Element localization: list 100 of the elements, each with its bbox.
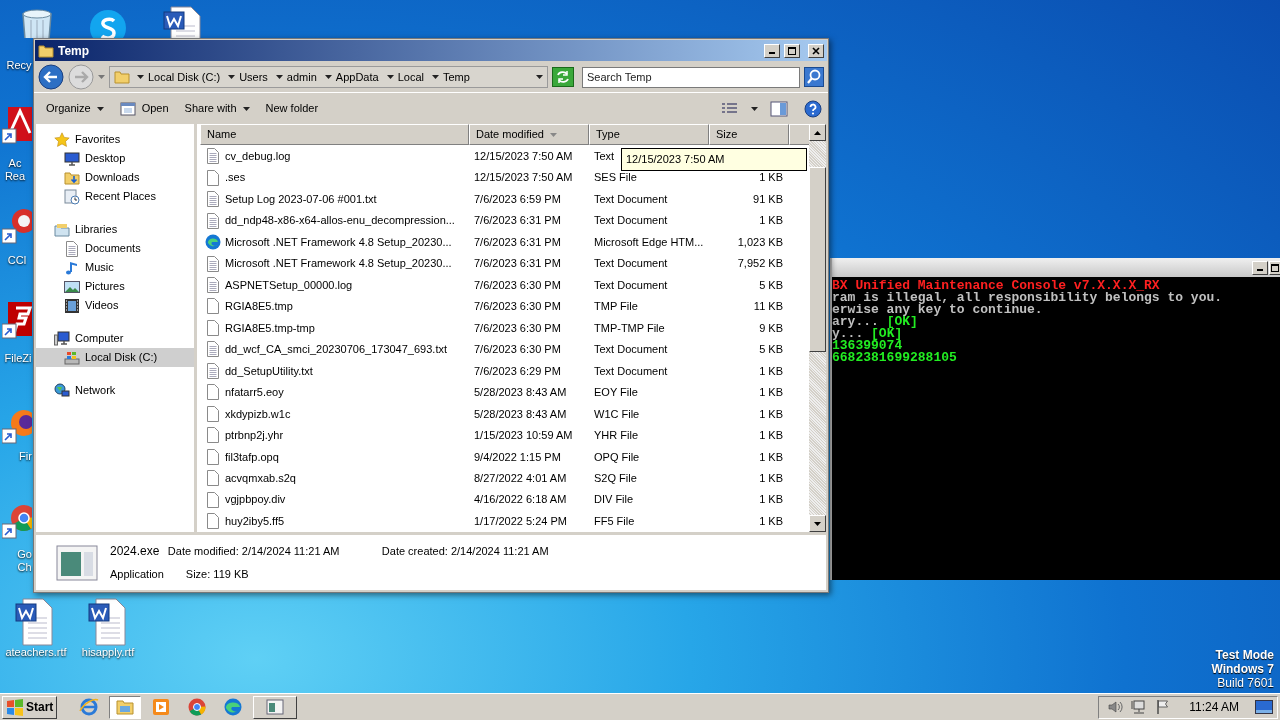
- column-header[interactable]: Name: [200, 124, 469, 146]
- file-name[interactable]: fil3tafp.opq: [200, 448, 469, 465]
- word-document-icon[interactable]: [163, 6, 203, 38]
- column-header[interactable]: Date modified: [469, 124, 589, 146]
- nav-item[interactable]: Computer: [36, 329, 194, 348]
- file-type: Microsoft Edge HTM...: [594, 235, 704, 248]
- blank-file-icon: [205, 470, 221, 487]
- console-text: ary...: [832, 314, 879, 329]
- caret-icon[interactable]: [431, 75, 439, 79]
- nav-item[interactable]: Libraries: [36, 220, 194, 239]
- file-name[interactable]: dd_SetupUtility.txt: [200, 362, 469, 380]
- blank-file-icon: [205, 448, 221, 465]
- chat-app-icon[interactable]: [88, 8, 128, 38]
- word-document-icon[interactable]: [15, 598, 55, 646]
- history-caret-icon[interactable]: [98, 75, 105, 79]
- breadcrumb-item[interactable]: Local Disk (C:): [147, 68, 222, 86]
- nav-item[interactable]: Favorites: [36, 130, 194, 149]
- ftp-app-icon[interactable]: [2, 300, 32, 340]
- file-type: Text Document: [594, 278, 668, 291]
- breadcrumb-item[interactable]: Local: [396, 68, 425, 86]
- nav-item[interactable]: Music: [36, 258, 194, 277]
- file-name[interactable]: dd_wcf_CA_smci_20230706_173047_693.txt: [200, 341, 469, 358]
- file-name[interactable]: cv_debug.log: [200, 147, 469, 165]
- close-button[interactable]: [808, 43, 824, 58]
- pdf-app-icon[interactable]: [2, 105, 32, 145]
- preview-pane-icon[interactable]: [770, 100, 788, 117]
- file-size: 1 KB: [759, 171, 783, 184]
- file-name[interactable]: ptrbnp2j.yhr: [200, 427, 469, 444]
- scroll-up-button[interactable]: [809, 124, 826, 141]
- file-name[interactable]: ASPNETSetup_00000.log: [200, 276, 469, 294]
- address-bar[interactable]: Local Disk (C:) Users admin AppData Local Temp: [109, 66, 548, 88]
- nav-item[interactable]: Recent Places: [36, 187, 194, 206]
- scroll-thumb[interactable]: [809, 167, 826, 352]
- caret-icon[interactable]: [536, 75, 543, 79]
- clock[interactable]: 11:24 AM: [1189, 698, 1239, 716]
- file-name[interactable]: Microsoft .NET Framework 4.8 Setup_20230...: [200, 233, 469, 251]
- file-name[interactable]: huy2iby5.ff5: [200, 512, 469, 530]
- text-file-icon: [205, 277, 221, 293]
- file-name[interactable]: Setup Log 2023-07-06 #001.txt: [200, 190, 469, 208]
- breadcrumb-item[interactable]: admin: [285, 68, 318, 86]
- minimize-button[interactable]: [764, 43, 780, 58]
- column-header[interactable]: Size: [709, 124, 789, 146]
- application-icon: [56, 544, 98, 581]
- column-header[interactable]: Type: [589, 124, 709, 146]
- icon-label[interactable]: Ac Rea: [1, 157, 29, 183]
- scrollbar[interactable]: [809, 124, 826, 532]
- file-name[interactable]: RGIA8E5.tmp-tmp: [200, 319, 469, 337]
- nav-item[interactable]: Documents: [36, 239, 194, 258]
- network-status-icon[interactable]: [1131, 699, 1148, 715]
- toolbar-button[interactable]: Organize: [40, 97, 110, 120]
- file-name[interactable]: xkdypizb.w1c: [200, 405, 469, 423]
- nav-item[interactable]: Desktop: [36, 149, 194, 168]
- music-note-icon: [64, 259, 80, 276]
- caret-icon[interactable]: [324, 75, 332, 79]
- word-document-icon[interactable]: [88, 598, 128, 646]
- nav-item[interactable]: Network: [36, 381, 194, 400]
- search-field[interactable]: Search Temp: [582, 66, 800, 88]
- caret-icon[interactable]: [228, 75, 236, 79]
- file-name[interactable]: acvqmxab.s2q: [200, 470, 469, 487]
- icon-label[interactable]: Recy: [4, 59, 34, 72]
- text-file-icon: [205, 255, 221, 272]
- file-size: 1 KB: [759, 364, 783, 377]
- nav-item[interactable]: Videos: [36, 296, 194, 315]
- toolbar-button[interactable]: New folder: [259, 97, 325, 120]
- scroll-down-button[interactable]: [809, 515, 826, 532]
- file-name[interactable]: .ses: [200, 169, 469, 186]
- date-modified: 7/6/2023 6:30 PM: [474, 278, 561, 291]
- breadcrumb-item[interactable]: Users: [238, 68, 269, 86]
- back-button[interactable]: [38, 64, 64, 90]
- file-name[interactable]: nfatarr5.eoy: [200, 384, 469, 401]
- breadcrumb-item[interactable]: Temp: [441, 68, 471, 86]
- toolbar-button[interactable]: Share with: [178, 97, 256, 120]
- speaker-icon[interactable]: [1107, 699, 1124, 715]
- file-size: 1 KB: [759, 214, 783, 227]
- show-desktop-icon[interactable]: [1255, 699, 1273, 715]
- search-button[interactable]: [804, 67, 824, 87]
- breadcrumb-item[interactable]: AppData: [334, 68, 380, 86]
- folder-icon: [38, 42, 54, 59]
- start-button[interactable]: Start: [2, 695, 58, 719]
- refresh-button[interactable]: [552, 67, 574, 87]
- toolbar-button[interactable]: Open: [113, 97, 175, 120]
- file-name[interactable]: dd_ndp48-x86-x64-allos-enu_decompression...: [200, 212, 469, 229]
- minimize-button[interactable]: [1252, 260, 1268, 275]
- file-name[interactable]: RGIA8E5.tmp: [200, 298, 469, 315]
- file-name[interactable]: vgjpbpoy.div: [200, 491, 469, 508]
- nav-item[interactable]: Local Disk (C:): [36, 348, 194, 367]
- nav-item[interactable]: Pictures: [36, 277, 194, 296]
- caret-icon[interactable]: [275, 75, 283, 79]
- maximize-icon: [1271, 263, 1279, 272]
- caret-icon[interactable]: [751, 106, 758, 111]
- nav-item[interactable]: Downloads: [36, 168, 194, 187]
- text-file-icon: [205, 148, 221, 165]
- file-type: FF5 File: [594, 514, 635, 527]
- caret-icon[interactable]: [137, 75, 144, 79]
- file-name[interactable]: Microsoft .NET Framework 4.8 Setup_20230...: [200, 255, 469, 272]
- icon-label[interactable]: CCl: [2, 254, 32, 267]
- maximize-button[interactable]: [784, 43, 800, 58]
- caret-icon[interactable]: [386, 75, 394, 79]
- maximize-button[interactable]: [1269, 260, 1280, 275]
- help-icon[interactable]: [804, 99, 822, 118]
